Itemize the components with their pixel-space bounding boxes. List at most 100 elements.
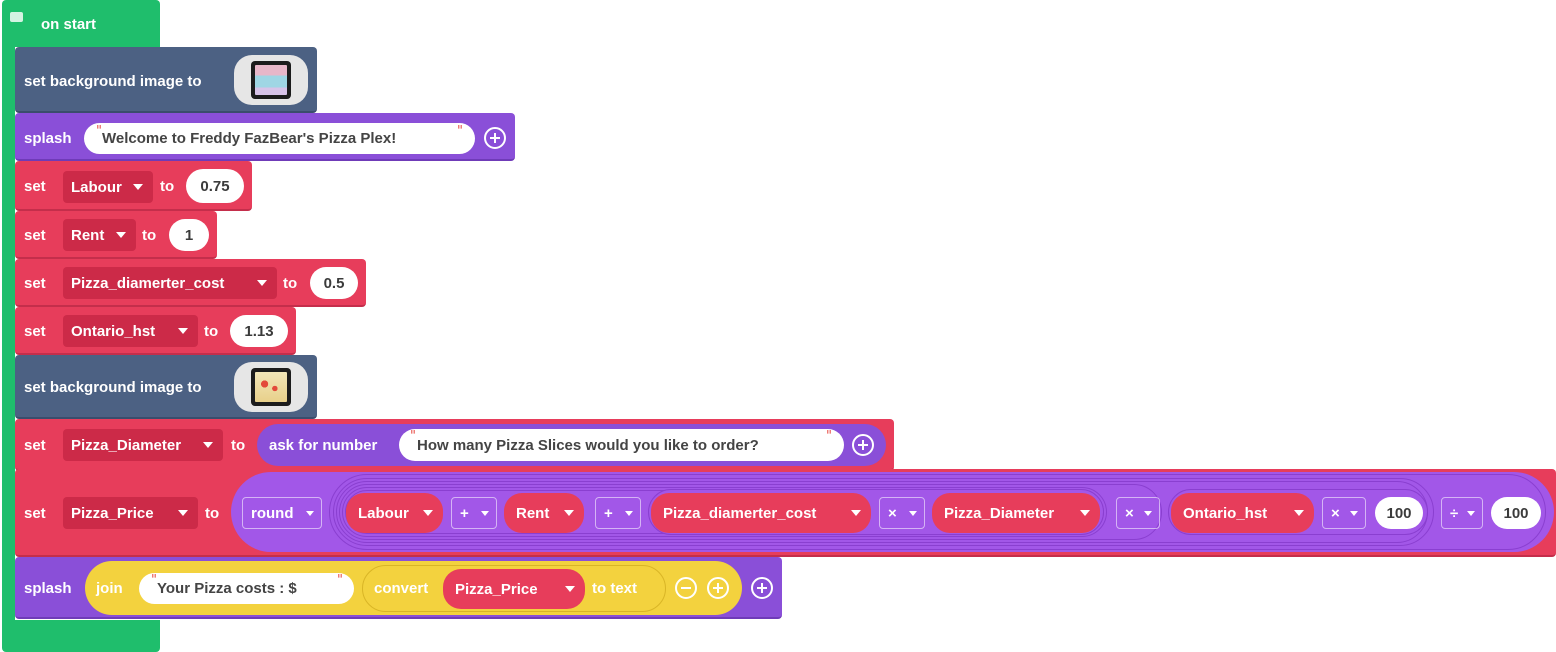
- chevron-down-icon: [423, 510, 433, 516]
- variable-dropdown-ontario-hst[interactable]: Ontario_hst: [63, 315, 198, 347]
- variable-dropdown-pizza-price[interactable]: Pizza_Price: [63, 497, 198, 529]
- to-label: to: [283, 275, 298, 292]
- variable-labour[interactable]: Labour: [346, 493, 443, 533]
- background-image-thumbnail: [251, 61, 291, 99]
- chevron-down-icon: [1080, 510, 1090, 516]
- variable-name: Ontario_hst: [71, 322, 156, 340]
- on-start-label: on start: [41, 16, 97, 33]
- chevron-down-icon: [1294, 510, 1304, 516]
- operator-symbol: ×: [1331, 504, 1340, 522]
- background-image-picker-2[interactable]: [234, 362, 308, 412]
- variable-pizza-diamerter-cost[interactable]: Pizza_diamerter_cost: [651, 493, 871, 533]
- chevron-down-icon: [1350, 511, 1358, 516]
- to-label: to: [204, 323, 219, 340]
- variable-dropdown-labour[interactable]: Labour: [63, 171, 153, 203]
- quote-open-icon: ": [151, 573, 157, 588]
- variable-dropdown-rent[interactable]: Rent: [63, 219, 136, 251]
- question-text-input[interactable]: How many Pizza Slices would you like to …: [399, 429, 844, 461]
- chevron-down-icon: [178, 328, 188, 334]
- operator-dropdown-multiply[interactable]: ×: [879, 497, 925, 529]
- variable-name: Pizza_Diameter: [944, 504, 1055, 522]
- set-label: set: [24, 178, 46, 195]
- set-label: set: [24, 323, 46, 340]
- variable-dropdown-pizza-diameter[interactable]: Pizza_Diameter: [63, 429, 223, 461]
- chevron-down-icon: [133, 184, 143, 190]
- variable-name: Rent: [71, 226, 105, 244]
- operator-dropdown-multiply[interactable]: ×: [1116, 497, 1160, 529]
- round-dropdown[interactable]: round: [242, 497, 322, 529]
- to-label: to: [205, 505, 220, 522]
- add-argument-icon[interactable]: [484, 127, 506, 149]
- variable-name: Pizza_Price: [71, 504, 154, 522]
- add-argument-icon[interactable]: [751, 577, 773, 599]
- set-background-label: set background image to: [24, 73, 202, 90]
- variable-name: Pizza_Diameter: [71, 436, 182, 454]
- add-argument-icon[interactable]: [852, 434, 874, 456]
- ask-for-number-label: ask for number: [269, 437, 378, 454]
- splash-text-input[interactable]: Welcome to Freddy FazBear's Pizza Plex!: [84, 123, 475, 154]
- background-image-picker-1[interactable]: [234, 55, 308, 105]
- variable-name: Rent: [516, 504, 550, 522]
- number-input[interactable]: 1: [169, 219, 209, 251]
- to-label: to: [160, 178, 175, 195]
- variable-name: Pizza_diamerter_cost: [663, 504, 817, 522]
- chevron-down-icon: [178, 510, 188, 516]
- chevron-down-icon: [1467, 511, 1475, 516]
- variable-name: Labour: [71, 178, 122, 196]
- join-text-input[interactable]: Your Pizza costs : $: [139, 573, 354, 604]
- operator-dropdown-plus[interactable]: +: [595, 497, 641, 529]
- operator-symbol: ×: [888, 504, 897, 522]
- variable-ontario-hst[interactable]: Ontario_hst: [1171, 493, 1314, 533]
- quote-close-icon: ": [457, 124, 463, 139]
- quote-close-icon: ": [826, 429, 832, 444]
- variable-rent[interactable]: Rent: [504, 493, 584, 533]
- set-label: set: [24, 437, 46, 454]
- operator-dropdown-plus[interactable]: +: [451, 497, 497, 529]
- set-background-label: set background image to: [24, 379, 202, 396]
- chevron-down-icon: [306, 511, 314, 516]
- quote-open-icon: ": [410, 429, 416, 444]
- number-input[interactable]: 0.5: [310, 267, 358, 299]
- remove-argument-icon[interactable]: [675, 577, 697, 599]
- convert-label: convert: [374, 580, 429, 597]
- quote-open-icon: ": [96, 124, 102, 139]
- operator-symbol: +: [604, 504, 613, 522]
- operator-symbol: +: [460, 504, 469, 522]
- variable-dropdown-pizza-diamerter-cost[interactable]: Pizza_diamerter_cost: [63, 267, 277, 299]
- chevron-down-icon: [203, 442, 213, 448]
- background-image-thumbnail: [251, 368, 291, 406]
- set-label: set: [24, 275, 46, 292]
- variable-name: Pizza_diamerter_cost: [71, 274, 225, 292]
- operator-dropdown-multiply[interactable]: ×: [1322, 497, 1366, 529]
- join-label: join: [96, 580, 123, 597]
- operator-symbol: ×: [1125, 504, 1134, 522]
- on-start-footer: [2, 620, 160, 652]
- quote-close-icon: ": [337, 573, 343, 588]
- chevron-down-icon: [481, 511, 489, 516]
- splash-label: splash: [24, 130, 72, 147]
- number-input[interactable]: 0.75: [186, 169, 244, 203]
- to-label: to: [142, 227, 157, 244]
- variable-pizza-price[interactable]: Pizza_Price: [443, 569, 585, 609]
- set-label: set: [24, 227, 46, 244]
- variable-name: Ontario_hst: [1183, 504, 1268, 522]
- chevron-down-icon: [116, 232, 126, 238]
- number-input[interactable]: 100: [1375, 497, 1423, 529]
- operator-dropdown-divide[interactable]: ÷: [1441, 497, 1483, 529]
- chevron-down-icon: [1144, 511, 1152, 516]
- chevron-down-icon: [625, 511, 633, 516]
- add-argument-icon[interactable]: [707, 577, 729, 599]
- round-label: round: [251, 504, 294, 522]
- splash-label: splash: [24, 580, 72, 597]
- comment-icon[interactable]: [10, 12, 23, 22]
- chevron-down-icon: [257, 280, 267, 286]
- chevron-down-icon: [564, 510, 574, 516]
- number-input[interactable]: 1.13: [230, 315, 288, 347]
- variable-pizza-diameter[interactable]: Pizza_Diameter: [932, 493, 1100, 533]
- on-start-body: [2, 46, 15, 626]
- to-text-label: to text: [592, 580, 637, 597]
- chevron-down-icon: [565, 586, 575, 592]
- chevron-down-icon: [909, 511, 917, 516]
- variable-name: Labour: [358, 504, 409, 522]
- number-input[interactable]: 100: [1491, 497, 1541, 529]
